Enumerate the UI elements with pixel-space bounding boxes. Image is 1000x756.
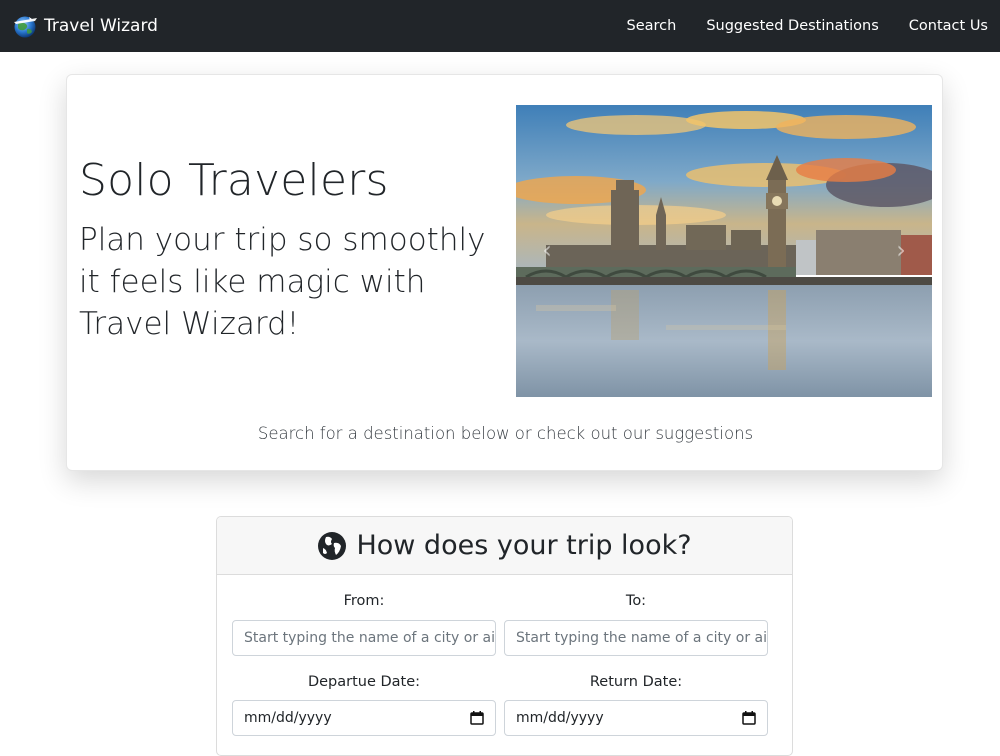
brand-name: Travel Wizard — [44, 16, 158, 36]
from-label: From: — [343, 593, 385, 609]
form-header: How does your trip look? — [217, 517, 792, 575]
departure-date-value: mm/dd/yyyy — [244, 710, 332, 726]
trip-search-form: How does your trip look? From: To: Start… — [216, 516, 793, 756]
globe-airplane-logo-icon — [12, 15, 39, 38]
top-navbar: Travel Wizard Search Suggested Destinati… — [0, 0, 1000, 52]
chevron-right-icon[interactable]: › — [890, 235, 912, 265]
return-date-input[interactable]: mm/dd/yyyy — [504, 700, 768, 736]
hero-caption: Search for a destination below or check … — [257, 424, 754, 443]
hero-card: Solo Travelers Plan your trip so smoothl… — [66, 74, 943, 471]
nav-links: Search Suggested Destinations Contact Us — [627, 18, 989, 34]
hero-subtitle: Plan your trip so smoothly it feels like… — [79, 222, 486, 342]
globe-icon — [317, 531, 347, 561]
calendar-icon[interactable] — [470, 711, 484, 725]
brand-link[interactable]: Travel Wizard — [12, 15, 158, 38]
nav-link-search[interactable]: Search — [627, 18, 677, 34]
form-title: How does your trip look? — [356, 530, 692, 561]
nav-link-contact-us[interactable]: Contact Us — [909, 18, 988, 34]
to-input-placeholder: Start typing the name of a city or air — [516, 630, 768, 646]
from-input[interactable]: Start typing the name of a city or air — [232, 620, 496, 656]
from-input-placeholder: Start typing the name of a city or air — [244, 630, 496, 646]
departure-date-input[interactable]: mm/dd/yyyy — [232, 700, 496, 736]
hero-title: Solo Travelers — [79, 155, 389, 206]
to-label: To: — [625, 593, 647, 609]
to-input[interactable]: Start typing the name of a city or air — [504, 620, 768, 656]
departure-date-label: Departue Date: — [307, 674, 421, 690]
return-date-label: Return Date: — [589, 674, 683, 690]
return-date-value: mm/dd/yyyy — [516, 710, 604, 726]
chevron-left-icon[interactable]: ‹ — [536, 235, 558, 265]
london-westminster-photo — [516, 105, 932, 397]
hero-carousel-image[interactable]: ‹ › — [516, 105, 932, 397]
nav-link-suggested-destinations[interactable]: Suggested Destinations — [706, 18, 878, 34]
calendar-icon[interactable] — [742, 711, 756, 725]
